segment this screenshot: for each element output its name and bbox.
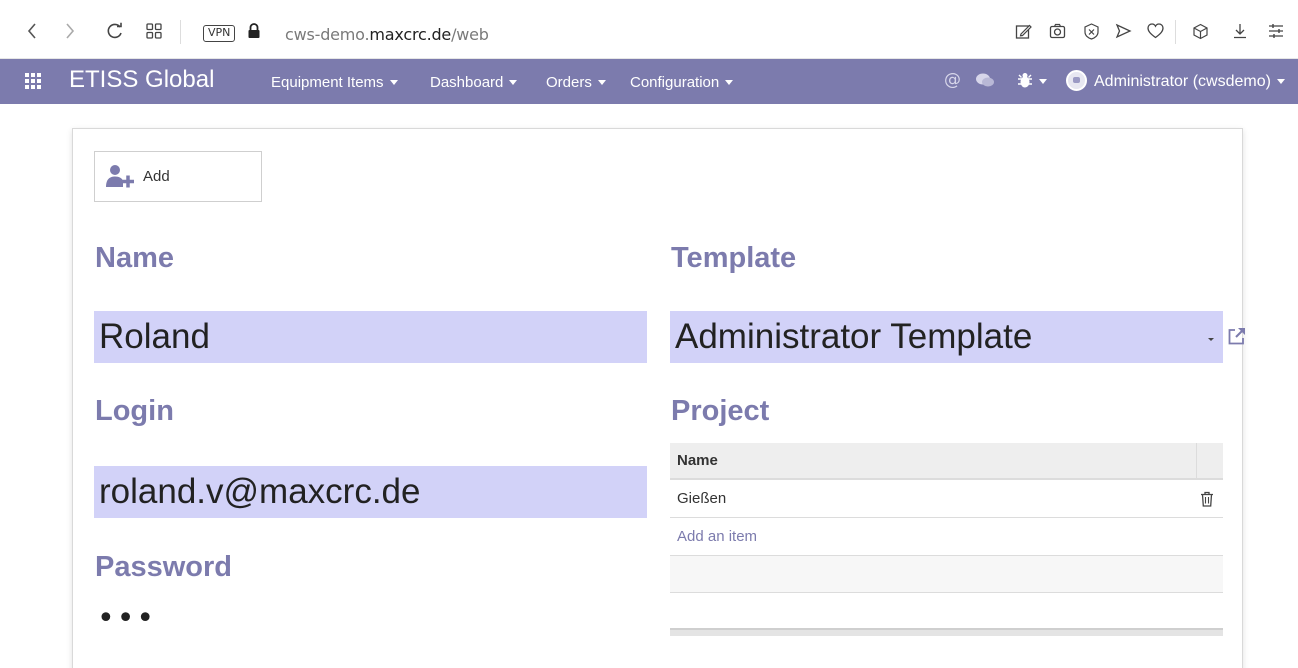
name-label: Name [95, 242, 174, 274]
menu-orders[interactable]: Orders [546, 74, 606, 91]
forward-icon[interactable] [60, 20, 80, 42]
debug-bug-icon[interactable] [1017, 72, 1033, 94]
login-label: Login [95, 395, 174, 427]
download-icon[interactable] [1230, 20, 1250, 42]
project-name-cell: Gießen [677, 490, 727, 507]
menu-label: Dashboard [430, 74, 504, 91]
caret-down-icon [1276, 79, 1285, 84]
add-button-label: Add [143, 168, 170, 185]
tabs-grid-icon[interactable] [143, 20, 165, 42]
vpn-badge[interactable]: VPN [203, 25, 236, 42]
caret-down-icon[interactable] [1039, 79, 1047, 84]
trash-icon[interactable] [1200, 491, 1214, 507]
camera-icon[interactable] [1047, 20, 1067, 42]
name-input[interactable]: Roland [94, 311, 647, 363]
send-icon[interactable] [1113, 20, 1133, 42]
toolbar-divider [180, 20, 181, 44]
ad-block-icon[interactable] [1081, 20, 1101, 42]
address-bar[interactable]: cws-demo.maxcrc.de/web [285, 25, 489, 44]
template-select[interactable]: Administrator Template [670, 311, 1223, 363]
template-label: Template [671, 242, 797, 274]
empty-row [670, 556, 1223, 593]
caret-down-icon [597, 80, 606, 85]
menu-dashboard[interactable]: Dashboard [430, 74, 518, 91]
menu-equipment-items[interactable]: Equipment Items [271, 74, 398, 91]
password-label: Password [95, 551, 232, 583]
extensions-cube-icon[interactable] [1190, 20, 1210, 42]
caret-down-icon [389, 80, 398, 85]
browser-toolbar: VPN cws-demo.maxcrc.de/web [0, 0, 1298, 59]
form-sheet: Add Name Roland Login roland.v@maxcrc.de… [72, 128, 1245, 668]
heart-icon[interactable] [1145, 20, 1165, 42]
login-input[interactable]: roland.v@maxcrc.de [94, 466, 647, 518]
url-path: /web [451, 25, 489, 44]
url-prefix: cws-demo. [285, 25, 370, 44]
reload-icon[interactable] [104, 20, 126, 42]
table-header: Name [670, 443, 1223, 480]
table-row[interactable]: Gießen [670, 480, 1223, 518]
project-label: Project [671, 395, 770, 427]
at-mention-icon[interactable]: @ [944, 70, 961, 90]
caret-down-icon [509, 80, 518, 85]
toolbar-divider [1175, 20, 1176, 44]
avatar[interactable] [1066, 70, 1087, 91]
caret-down-icon [725, 80, 734, 85]
add-user-icon [106, 164, 134, 187]
menu-configuration[interactable]: Configuration [630, 74, 734, 91]
add-item-row[interactable]: Add an item [670, 518, 1223, 556]
empty-row [670, 593, 1223, 630]
brand-title[interactable]: ETISS Global [69, 66, 214, 94]
app-navbar: ETISS Global Equipment Items Dashboard O… [0, 59, 1298, 104]
project-table: Name Gießen Add an item [670, 443, 1223, 636]
chat-icon[interactable] [975, 72, 995, 94]
user-menu[interactable]: Administrator (cwsdemo) [1094, 73, 1285, 91]
table-footer [670, 630, 1223, 636]
add-item-link[interactable]: Add an item [670, 528, 757, 545]
external-link-icon[interactable] [1227, 326, 1247, 346]
settings-sliders-icon[interactable] [1266, 20, 1286, 42]
column-header-name[interactable]: Name [670, 452, 718, 469]
apps-menu-icon[interactable] [25, 73, 41, 89]
edit-page-icon[interactable] [1013, 20, 1033, 42]
user-name: Administrator (cwsdemo) [1094, 73, 1271, 90]
lock-icon[interactable] [246, 20, 262, 42]
menu-label: Orders [546, 74, 592, 91]
add-user-button[interactable]: Add [94, 151, 262, 202]
password-input[interactable]: ••• [97, 601, 156, 636]
chevron-down-icon[interactable] [1208, 338, 1214, 341]
url-domain: maxcrc.de [369, 25, 452, 44]
back-icon[interactable] [22, 20, 42, 42]
menu-label: Equipment Items [271, 74, 384, 91]
menu-label: Configuration [630, 74, 720, 91]
column-divider [1196, 443, 1197, 480]
